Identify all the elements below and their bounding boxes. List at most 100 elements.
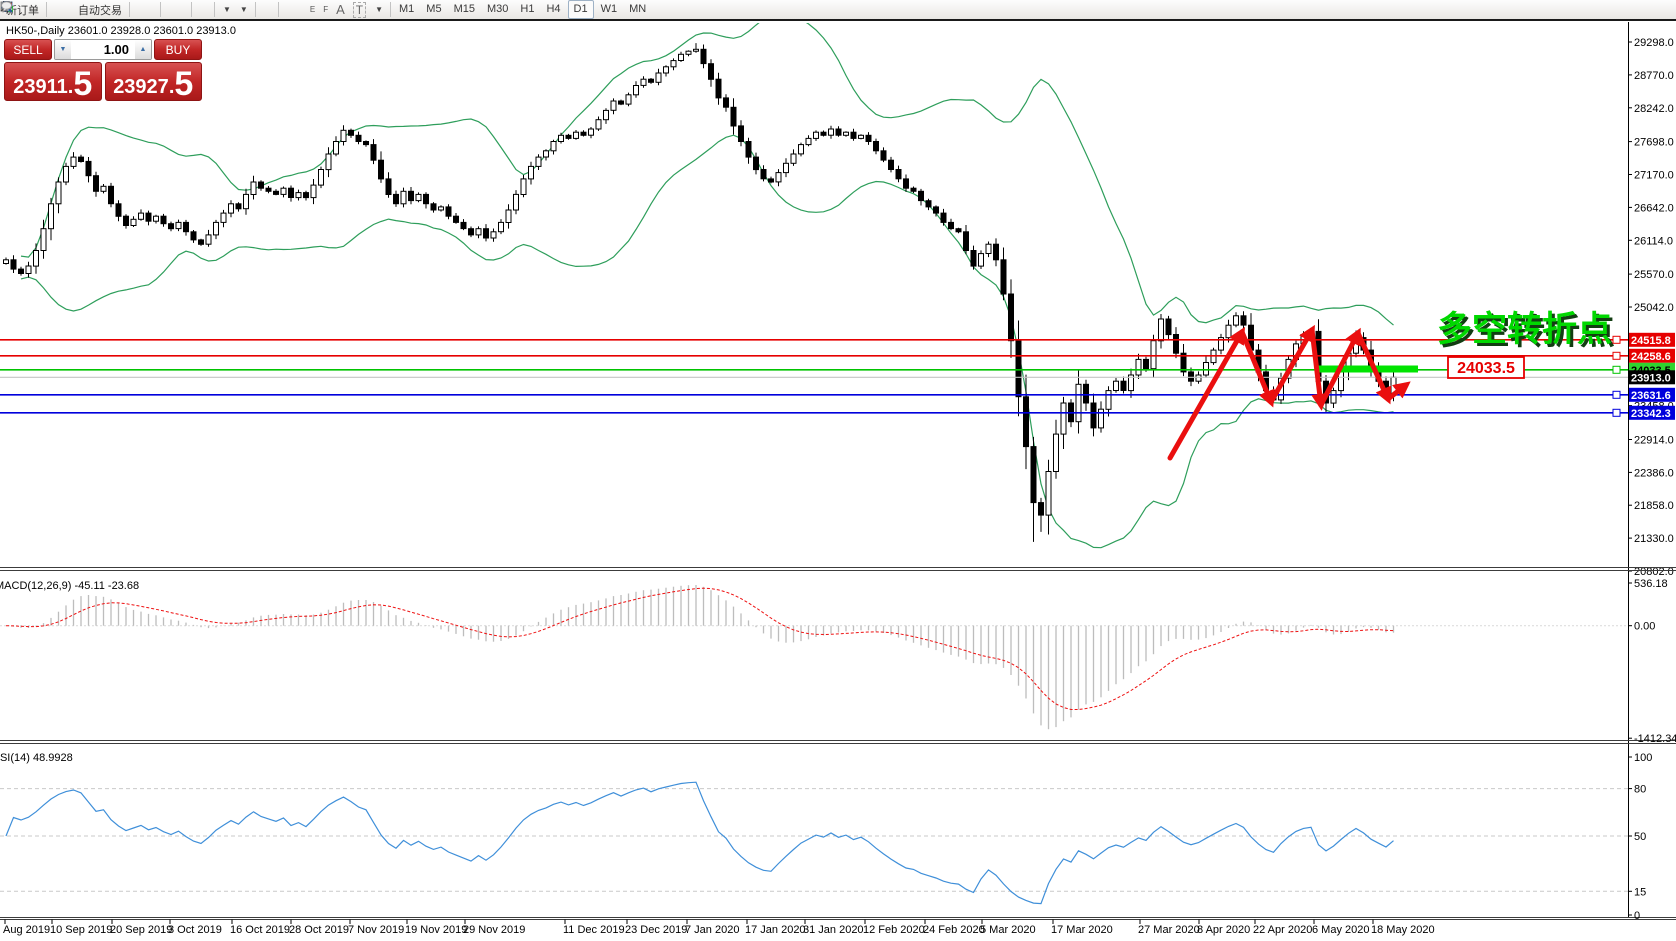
text-button[interactable]: A (332, 0, 349, 20)
chevron-down-icon: ▼ (223, 5, 231, 14)
svg-text:27170.0: 27170.0 (1634, 170, 1674, 182)
timeframe-button-D1[interactable]: D1 (568, 0, 594, 19)
macd-pane (0, 585, 1628, 729)
candlestick-chart-button[interactable] (141, 0, 149, 20)
svg-text:21330.0: 21330.0 (1634, 533, 1674, 545)
svg-text:18 May 2020: 18 May 2020 (1371, 924, 1435, 936)
crosshair-button[interactable] (267, 0, 275, 20)
line-chart-button[interactable] (149, 0, 157, 20)
arrows-button[interactable]: ▼ (370, 0, 387, 20)
trendline-button[interactable] (298, 0, 306, 20)
time-scale-labels: Aug 201910 Sep 201920 Sep 20193 Oct 2019… (3, 920, 1435, 937)
buy-label: BUY (166, 43, 191, 57)
text-tool-glyph: A (336, 2, 345, 17)
macd-signal-line (6, 588, 1394, 709)
svg-text:3 Oct 2019: 3 Oct 2019 (168, 924, 222, 936)
periods-button[interactable]: ▼ (235, 0, 252, 20)
buy-button[interactable]: BUY (154, 39, 202, 60)
timeframe-button-W1[interactable]: W1 (596, 1, 623, 18)
timeframe-button-M1[interactable]: M1 (394, 1, 419, 18)
support-zone-bar (1317, 366, 1418, 373)
buy-price-main: 23927 (113, 77, 169, 97)
svg-text:20 Sep 2019: 20 Sep 2019 (110, 924, 172, 936)
signals-button[interactable] (66, 0, 74, 20)
svg-text:22914.0: 22914.0 (1634, 435, 1674, 447)
metaeditor-button[interactable] (50, 0, 58, 20)
svg-text:7 Nov 2019: 7 Nov 2019 (348, 924, 404, 936)
chat-icon[interactable] (0, 0, 13, 13)
timeframe-button-M5[interactable]: M5 (421, 1, 446, 18)
svg-text:22386.0: 22386.0 (1634, 467, 1674, 479)
candlestick-series (4, 43, 1397, 542)
current-price-tag-text: 23913.0 (1631, 372, 1671, 384)
timeframe-button-M15[interactable]: M15 (449, 1, 480, 18)
autotrading-button[interactable]: 自动交易 (74, 0, 126, 20)
svg-text:24 Feb 2020: 24 Feb 2020 (923, 924, 985, 936)
indicators-button[interactable]: ▼ (218, 0, 235, 20)
tile-windows-button[interactable] (180, 0, 188, 20)
svg-text:7 Jan 2020: 7 Jan 2020 (685, 924, 739, 936)
price-level-tag-text: 23342.3 (1631, 408, 1671, 420)
chevron-down-icon: ▼ (240, 5, 248, 14)
timeframe-button-H4[interactable]: H4 (541, 1, 565, 18)
volume-input[interactable] (71, 41, 131, 58)
svg-text:21858.0: 21858.0 (1634, 500, 1674, 512)
autotrading-label: 自动交易 (78, 2, 122, 18)
chevron-down-icon: ▼ (375, 5, 383, 14)
timeframe-button-MN[interactable]: MN (624, 1, 651, 18)
zoom-in-button[interactable] (164, 0, 172, 20)
price-level-tag-text: 24258.6 (1631, 351, 1671, 363)
svg-text:28770.0: 28770.0 (1634, 70, 1674, 82)
price-callout-text: 24033.5 (1457, 360, 1515, 377)
vertical-line-button[interactable] (282, 0, 290, 20)
rsi-line (6, 782, 1394, 903)
channel-glyph: E (310, 5, 315, 14)
charts-window-button[interactable] (58, 0, 66, 20)
volume-decrease-button[interactable]: ▼ (55, 40, 71, 59)
bollinger-lower-band (21, 135, 1394, 548)
label-button[interactable]: T (349, 0, 370, 20)
volume-increase-button[interactable]: ▲ (135, 40, 151, 59)
svg-text:17 Mar 2020: 17 Mar 2020 (1051, 924, 1113, 936)
svg-text:28242.0: 28242.0 (1634, 103, 1674, 115)
svg-text:27 Mar 2020: 27 Mar 2020 (1138, 924, 1200, 936)
horizontal-line-button[interactable] (290, 0, 298, 20)
sell-price-frac: 5 (73, 71, 92, 97)
buy-price-display[interactable]: 23927.5 (105, 62, 203, 101)
buy-price-frac: 5 (174, 71, 193, 97)
zoom-out-button[interactable] (172, 0, 180, 20)
svg-text:8 Apr 2020: 8 Apr 2020 (1197, 924, 1250, 936)
fibo-glyph: F (323, 5, 328, 14)
timeframe-button-H1[interactable]: H1 (515, 1, 539, 18)
main-toolbar: 新订单 自动交易 (0, 0, 1676, 21)
svg-text:25042.0: 25042.0 (1634, 302, 1674, 314)
chart-canvas[interactable]: 多空转折点多空转折点24033.529298.028770.028242.027… (0, 21, 1676, 941)
svg-text:6 May 2020: 6 May 2020 (1312, 924, 1369, 936)
svg-text:22 Apr 2020: 22 Apr 2020 (1253, 924, 1312, 936)
toolbar-separator (278, 2, 279, 17)
sell-price-display[interactable]: 23911.5 (4, 62, 102, 101)
sell-button[interactable]: SELL (4, 39, 52, 60)
svg-text:15: 15 (1634, 886, 1646, 898)
svg-text:25570.0: 25570.0 (1634, 269, 1674, 281)
svg-text:29298.0: 29298.0 (1634, 37, 1674, 49)
chart-shift-button[interactable] (203, 0, 211, 20)
line-anchor-handle (1613, 352, 1620, 359)
price-level-tag-text: 23631.6 (1631, 390, 1671, 402)
svg-text:536.18: 536.18 (1634, 578, 1668, 590)
rsi-label: RSI(14) 48.9928 (0, 752, 73, 764)
timeframe-button-M30[interactable]: M30 (482, 1, 513, 18)
line-anchor-handle (1613, 391, 1620, 398)
cursor-button[interactable] (259, 0, 267, 20)
fibonacci-button[interactable]: F (319, 0, 332, 20)
bar-chart-button[interactable] (133, 0, 141, 20)
svg-text:27698.0: 27698.0 (1634, 137, 1674, 149)
toolbar-separator (160, 2, 161, 17)
svg-text:-1412.34: -1412.34 (1634, 733, 1676, 745)
mt4-terminal-window: 新订单 自动交易 (0, 0, 1676, 941)
line-anchor-handle (1613, 336, 1620, 343)
svg-text:100: 100 (1634, 752, 1652, 764)
auto-scroll-button[interactable] (195, 0, 203, 20)
label-tool-glyph: T (353, 2, 366, 18)
equidistant-channel-button[interactable]: E (306, 0, 319, 20)
